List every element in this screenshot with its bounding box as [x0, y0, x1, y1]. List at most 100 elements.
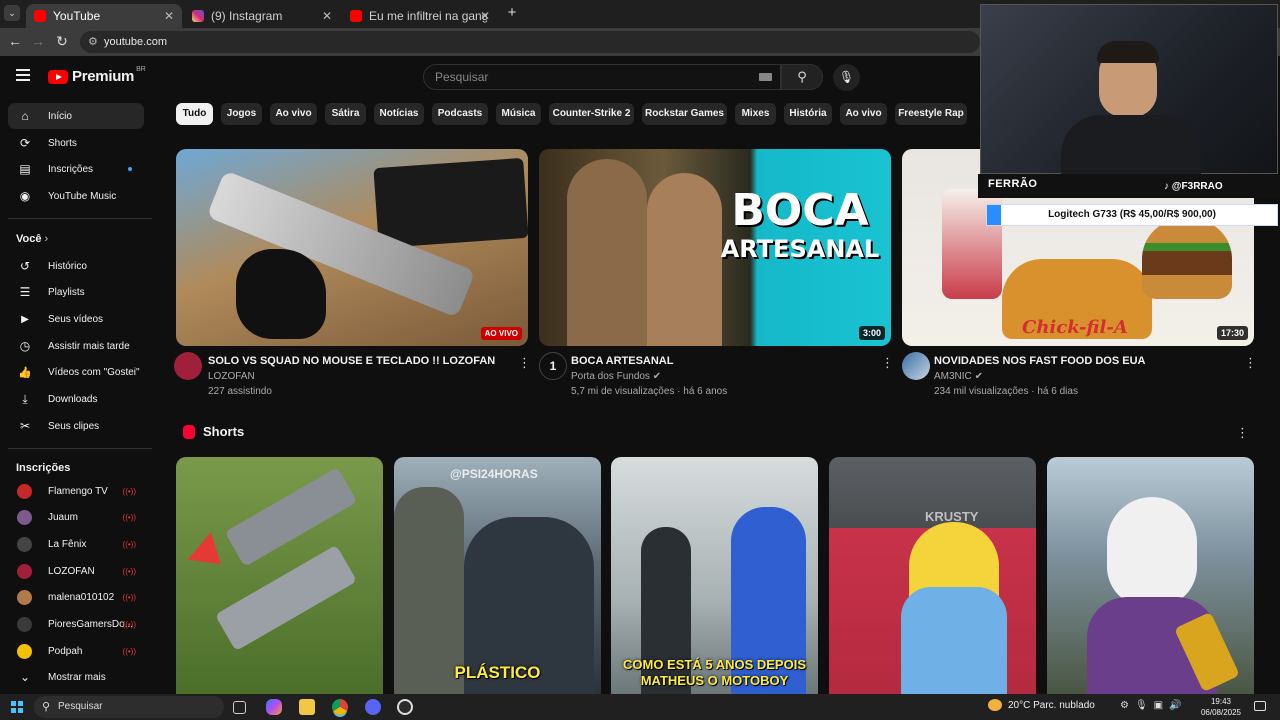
microphone-icon[interactable]: 🎙 [833, 64, 860, 91]
chip-counter-strike-2[interactable]: Counter-Strike 2 [549, 103, 634, 125]
video-title[interactable]: NOVIDADES NOS FAST FOOD DOS EUA [934, 355, 1145, 367]
url-bar[interactable]: ⚙ youtube.com [80, 31, 980, 53]
sidebar-item-inicio[interactable]: ⌂ Início [8, 103, 144, 129]
file-explorer-icon[interactable] [299, 699, 315, 715]
chip-musica[interactable]: Música [496, 103, 541, 125]
more-options-icon[interactable]: ⋮ [518, 355, 531, 371]
show-more-button[interactable]: ⌄ Mostrar mais [8, 664, 144, 690]
hamburger-menu-icon[interactable] [14, 66, 34, 84]
subscription-item[interactable]: La Fênix ((•)) [8, 531, 144, 557]
chip-satira[interactable]: Sátira [325, 103, 366, 125]
channel-avatar [17, 643, 32, 659]
chrome-icon[interactable] [332, 699, 348, 715]
sidebar-item-label: Downloads [48, 393, 98, 405]
discord-icon[interactable] [365, 699, 381, 715]
verified-icon: ✔ [974, 371, 983, 382]
clock-time: 19:43 [1210, 697, 1232, 706]
history-icon: ↺ [19, 259, 31, 273]
short-thumbnail[interactable]: KRUSTY [829, 457, 1036, 694]
channel-avatar [17, 509, 32, 525]
short-thumbnail[interactable]: COMO ESTÁ 5 ANOS DEPOIS MATHEUS O MOTOBO… [611, 457, 818, 694]
site-settings-icon[interactable]: ⚙ [88, 31, 98, 53]
chip-podcasts[interactable]: Podcasts [432, 103, 488, 125]
video-thumbnail[interactable]: AO VIVO [176, 149, 528, 346]
subscription-item[interactable]: LOZOFAN ((•)) [8, 558, 144, 584]
forward-arrow-icon[interactable]: → [29, 33, 47, 49]
search-button[interactable]: ⚲ [781, 64, 823, 90]
weather-text[interactable]: 20°C Parc. nublado [1008, 700, 1095, 711]
taskbar-search[interactable]: ⚲ Pesquisar [34, 696, 224, 718]
reload-icon[interactable]: ↻ [53, 33, 71, 50]
sidebar-item-playlists[interactable]: ☰ Playlists [8, 279, 144, 305]
you-section-header[interactable]: Você › [16, 233, 48, 245]
tab-title: YouTube [53, 9, 101, 23]
sidebar-item-inscricoes[interactable]: ▤ Inscrições [8, 156, 144, 182]
sidebar-item-seus-videos[interactable]: ▶ Seus vídeos [8, 306, 144, 332]
sidebar-item-liked-videos[interactable]: 👍 Vídeos com "Gostei" [8, 359, 144, 385]
video-title[interactable]: BOCA ARTESANAL [571, 355, 673, 367]
sidebar-item-youtube-music[interactable]: ◉ YouTube Music [8, 183, 144, 209]
obs-icon[interactable] [397, 699, 413, 715]
video-thumbnail[interactable]: BOCA ARTESANAL 3:00 [539, 149, 891, 346]
chip-rockstar-games[interactable]: Rockstar Games [642, 103, 727, 125]
chip-historia[interactable]: História [784, 103, 832, 125]
channel-avatar[interactable]: 1 [539, 352, 567, 380]
thumbnail-overlay-text: @PSI24HORAS [450, 467, 538, 481]
chip-mixes[interactable]: Mixes [735, 103, 776, 125]
chip-ao-vivo[interactable]: Ao vivo [270, 103, 317, 125]
more-options-icon[interactable]: ⋮ [881, 355, 894, 371]
channel-name[interactable]: AM3NIC ✔ [934, 371, 983, 382]
close-icon[interactable]: ✕ [480, 9, 490, 23]
chip-tudo[interactable]: Tudo [176, 103, 213, 125]
subscription-item[interactable]: PioresGamersDo... ((•)) [8, 611, 144, 637]
youtube-premium-logo[interactable]: Premium BR [48, 66, 146, 85]
short-thumbnail[interactable]: @PSI24HORAS PLÁSTICO [394, 457, 601, 694]
back-arrow-icon[interactable]: ← [6, 33, 24, 49]
divider [8, 448, 152, 449]
subscription-item[interactable]: Flamengo TV ((•)) [8, 478, 144, 504]
search-input[interactable]: Pesquisar [423, 64, 781, 90]
channel-name[interactable]: LOZOFAN [208, 371, 255, 382]
thumbnail-person [567, 159, 647, 346]
more-options-icon[interactable]: ⋮ [1236, 425, 1249, 441]
subscription-item[interactable]: malena010102 ((•)) [8, 584, 144, 610]
close-icon[interactable]: ✕ [164, 9, 174, 23]
video-title[interactable]: SOLO VS SQUAD NO MOUSE E TECLADO !! LOZO… [208, 355, 495, 367]
copilot-icon[interactable] [266, 699, 282, 715]
chip-jogos[interactable]: Jogos [221, 103, 262, 125]
sidebar-item-shorts[interactable]: ⟳ Shorts [8, 130, 144, 156]
subscription-item[interactable]: Juaum ((•)) [8, 504, 144, 530]
short-thumbnail[interactable] [176, 457, 383, 694]
clock[interactable]: 19:43 06/08/2025 [1196, 696, 1246, 718]
channel-avatar[interactable] [902, 352, 930, 380]
channel-name: Flamengo TV [48, 485, 108, 497]
tab-search-button[interactable]: ⌄ [4, 5, 20, 21]
tab-title: (9) Instagram [211, 9, 283, 23]
short-thumbnail[interactable] [1047, 457, 1254, 694]
channel-name[interactable]: Porta dos Fundos ✔ [571, 371, 661, 382]
notifications-icon[interactable] [1254, 701, 1266, 711]
tab-instagram[interactable]: (9) Instagram ✕ [184, 4, 340, 28]
chip-ao-vivo-2[interactable]: Ao vivo [840, 103, 887, 125]
close-icon[interactable]: ✕ [322, 9, 332, 23]
task-view-icon[interactable] [233, 701, 246, 714]
chip-noticias[interactable]: Notícias [374, 103, 424, 125]
keyboard-icon[interactable] [759, 73, 772, 81]
sidebar-item-historico[interactable]: ↺ Histórico [8, 253, 144, 279]
tray-icons[interactable]: ⚙🎙▣🔊 [1120, 700, 1188, 711]
more-options-icon[interactable]: ⋮ [1244, 355, 1257, 371]
channel-avatar[interactable] [174, 352, 202, 380]
thumbnail-burger [1142, 219, 1232, 299]
shorts-title: Shorts [203, 424, 245, 439]
new-tab-button[interactable]: + [503, 4, 521, 21]
subscription-item[interactable]: Podpah ((•)) [8, 638, 144, 664]
sidebar-item-assistir-mais-tarde[interactable]: ◷ Assistir mais tarde [8, 333, 144, 359]
windows-start-icon[interactable] [11, 701, 23, 713]
video-duration: 17:30 [1216, 326, 1248, 340]
tab-youtube[interactable]: YouTube ✕ [26, 4, 182, 28]
sidebar-item-seus-clipes[interactable]: ✂ Seus clipes [8, 413, 144, 439]
tab-video[interactable]: Eu me infiltrei na gangue mais ... ✕ [342, 4, 498, 28]
chip-freestyle-rap[interactable]: Freestyle Rap [895, 103, 967, 125]
sidebar-item-downloads[interactable]: ⤓ Downloads [8, 386, 144, 412]
live-icon: ((•)) [122, 486, 136, 496]
